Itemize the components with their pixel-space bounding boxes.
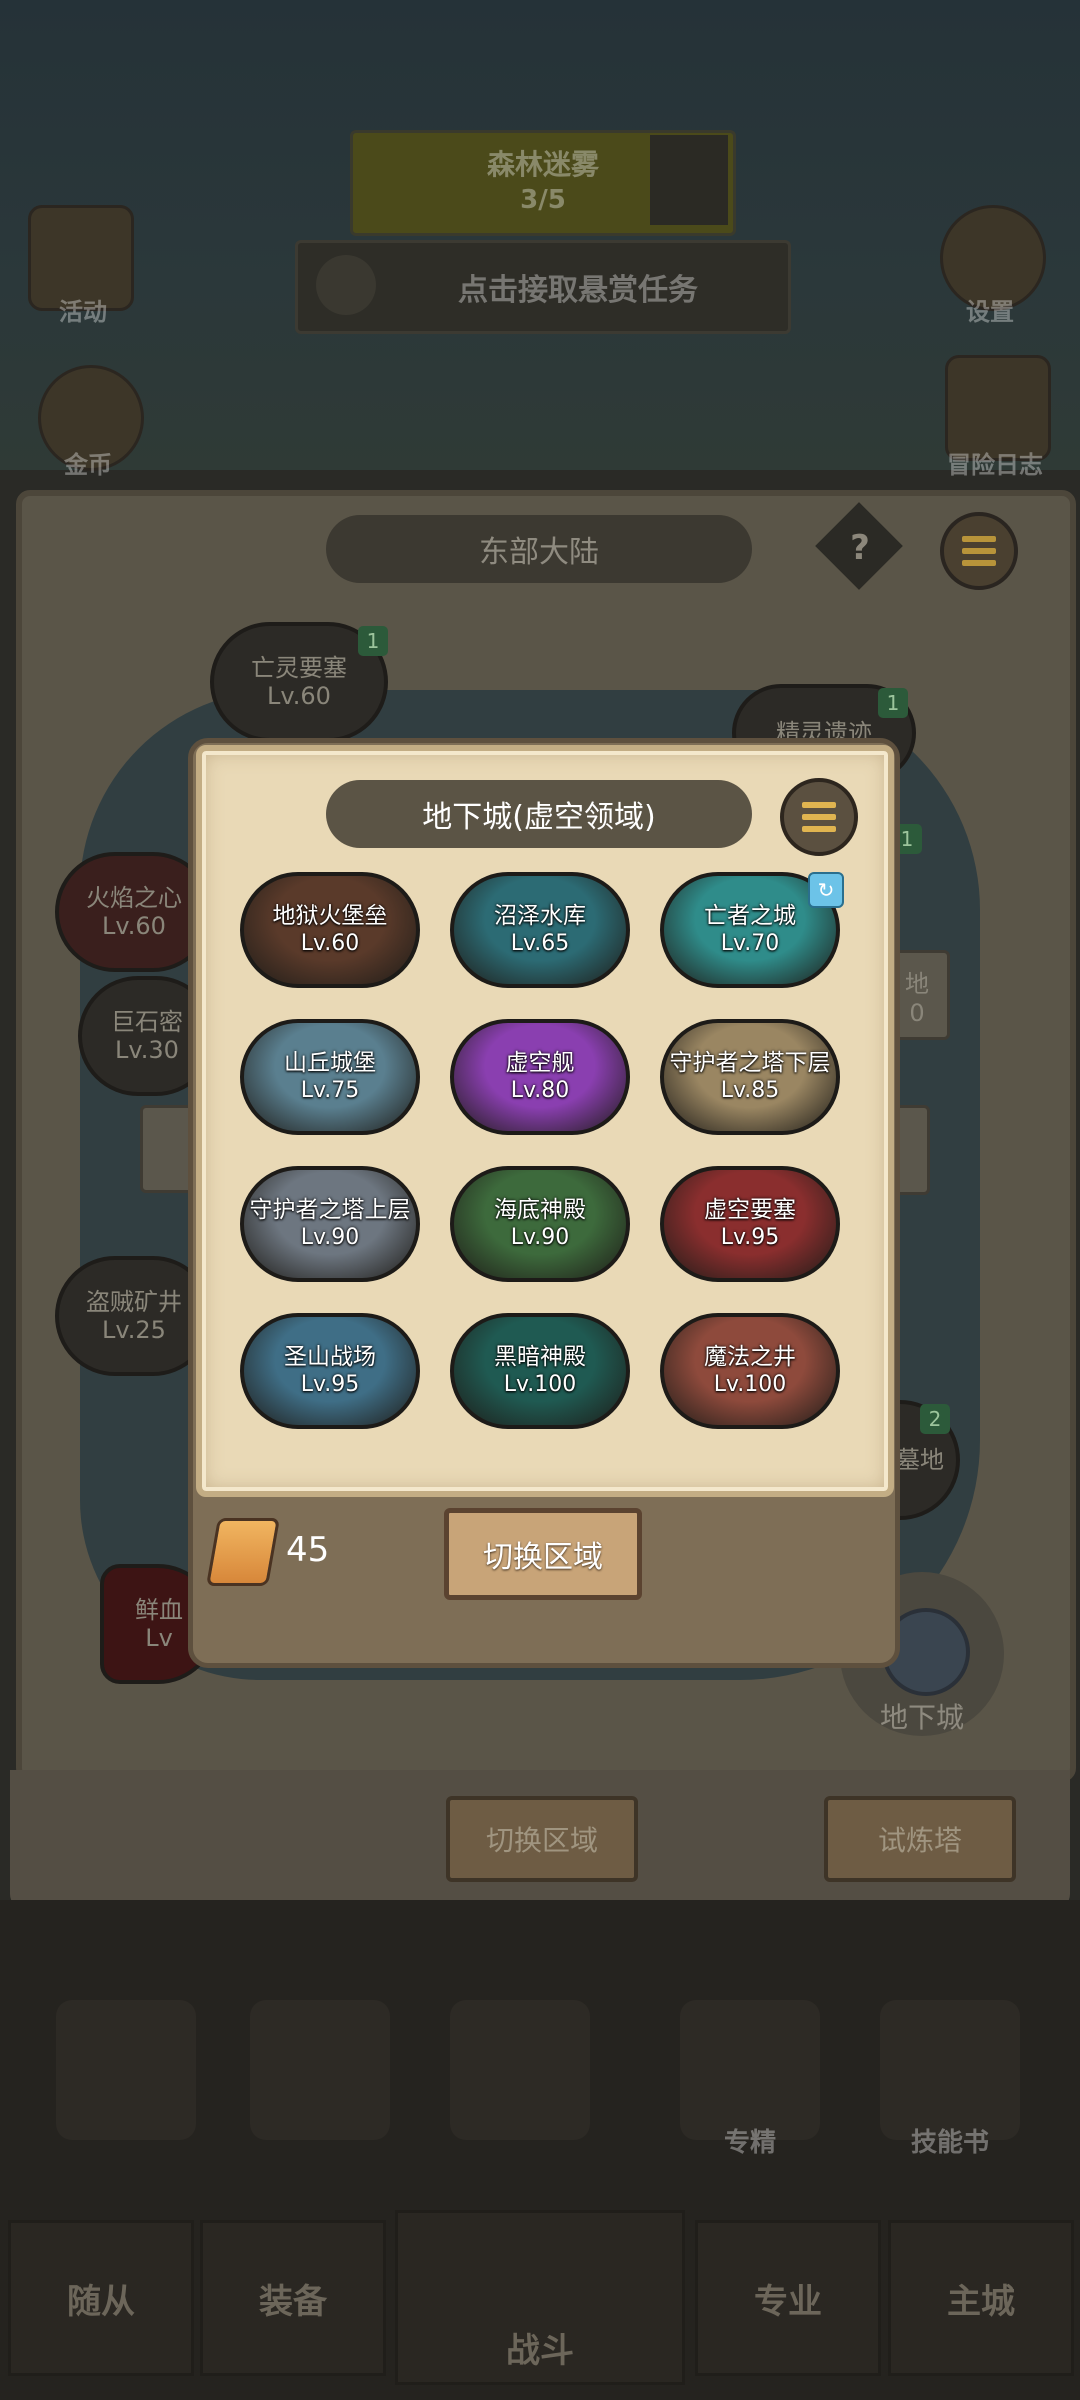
map-node-name: 盗贼矿井 (86, 1288, 182, 1316)
nav-profession: 专业 (695, 2220, 881, 2376)
map-node-badge: 1 (358, 626, 388, 656)
skill-book-slot (880, 2000, 1020, 2140)
dungeon-tile[interactable]: 黑暗神殿 Lv.100 (450, 1313, 630, 1429)
dungeon-tile[interactable]: 沼泽水库 Lv.65 (450, 872, 630, 988)
dungeon-name: 地狱火堡垒 (272, 903, 388, 929)
dungeon-name: 黑暗神殿 (494, 1344, 586, 1370)
zone-switch-icon (650, 135, 728, 225)
dungeon-name: 守护者之塔上层 (249, 1197, 411, 1223)
dungeon-tile[interactable]: 地狱火堡垒 Lv.60 (240, 872, 420, 988)
dungeon-tile[interactable]: 守护者之塔上层 Lv.90 (240, 1166, 420, 1282)
dungeon-tile[interactable]: 海底神殿 Lv.90 (450, 1166, 630, 1282)
scroll-icon (206, 1518, 280, 1586)
dungeon-level: Lv.100 (503, 1372, 577, 1397)
dungeon-level: Lv.85 (720, 1078, 780, 1103)
map-node-level: 0 (909, 998, 925, 1027)
map-title: 东部大陆 (326, 515, 752, 583)
map-node-name: 亡灵要塞 (251, 654, 347, 682)
switch-region-button[interactable]: 切换区域 (444, 1508, 642, 1600)
dungeon-level: Lv.95 (720, 1225, 780, 1250)
dungeon-name: 沼泽水库 (494, 903, 586, 929)
dungeon-level: Lv.95 (300, 1372, 360, 1397)
dungeon-tile[interactable]: 虚空要塞 Lv.95 (660, 1166, 840, 1282)
dungeon-name: 魔法之井 (704, 1344, 796, 1370)
nav-equipment: 装备 (200, 2220, 386, 2376)
map-node-name: 鲜血 (135, 1596, 183, 1624)
dungeon-level: Lv.65 (510, 931, 570, 956)
map-node-level: Lv.60 (267, 682, 331, 710)
dungeon-level: Lv.100 (713, 1372, 787, 1397)
map-node-name: 地 (905, 969, 929, 998)
dungeon-name: 海底神殿 (494, 1197, 586, 1223)
coin-label: 金币 (64, 451, 112, 479)
dungeon-fab-label: 地下城 (879, 1701, 964, 1734)
map-node-name: 火焰之心 (86, 884, 182, 912)
dungeon-level: Lv.60 (300, 931, 360, 956)
trial-tower-button: 试炼塔 (824, 1796, 1016, 1882)
map-menu-button (940, 512, 1018, 590)
scroll-count: 45 (286, 1530, 330, 1570)
nav-followers: 随从 (8, 2220, 194, 2376)
dungeon-tile[interactable]: 守护者之塔下层 Lv.85 (660, 1019, 840, 1135)
dungeon-level: Lv.90 (300, 1225, 360, 1250)
dungeon-name: 守护者之塔下层 (669, 1050, 831, 1076)
task-icon (316, 255, 376, 315)
map-node-badge: 1 (878, 688, 908, 718)
task-text: 点击接取悬赏任务 (458, 273, 698, 308)
skill-book-label: 技能书 (910, 2128, 989, 2158)
bounty-task-bar: 点击接取悬赏任务 (295, 240, 791, 334)
dungeon-list-button[interactable] (780, 778, 858, 856)
dungeon-tile[interactable]: 山丘城堡 Lv.75 (240, 1019, 420, 1135)
dungeon-level: Lv.75 (300, 1078, 360, 1103)
skill-slot (56, 2000, 196, 2140)
dungeon-modal-title: 地下城(虚空领域) (326, 780, 752, 848)
switch-region-button-bg: 切换区域 (446, 1796, 638, 1882)
dungeon-name: 虚空要塞 (704, 1197, 796, 1223)
adventure-log-label: 冒险日志 (947, 451, 1043, 479)
help-icon: ? (850, 528, 870, 568)
skill-slot (250, 2000, 390, 2140)
new-badge-icon: ↻ (808, 872, 844, 908)
settings-label: 设置 (966, 298, 1014, 326)
skill-slot (450, 2000, 590, 2140)
dungeon-name: 圣山战场 (284, 1344, 376, 1370)
dungeon-tile[interactable]: 魔法之井 Lv.100 (660, 1313, 840, 1429)
specialization-slot (680, 2000, 820, 2140)
dungeon-tile[interactable]: 圣山战场 Lv.95 (240, 1313, 420, 1429)
dungeon-name: 亡者之城 (704, 903, 796, 929)
map-node-level: Lv.30 (115, 1036, 179, 1064)
nav-battle: 战斗 (395, 2210, 685, 2385)
nav-main-city: 主城 (888, 2220, 1074, 2376)
dungeon-level: Lv.80 (510, 1078, 570, 1103)
specialization-label: 专精 (723, 2128, 776, 2158)
map-node-level: Lv (145, 1624, 173, 1652)
dungeon-name: 山丘城堡 (284, 1050, 376, 1076)
map-node-name: 巨石密 (111, 1008, 183, 1036)
events-label: 活动 (59, 298, 107, 326)
map-node-name: 墓地 (896, 1446, 944, 1474)
dungeon-level: Lv.70 (720, 931, 780, 956)
map-node-level: Lv.25 (102, 1316, 166, 1344)
dungeon-name: 虚空舰 (505, 1050, 575, 1076)
map-node-badge: 2 (920, 1404, 950, 1434)
map-node-level: Lv.60 (102, 912, 166, 940)
dungeon-level: Lv.90 (510, 1225, 570, 1250)
dungeon-tile[interactable]: 虚空舰 Lv.80 (450, 1019, 630, 1135)
